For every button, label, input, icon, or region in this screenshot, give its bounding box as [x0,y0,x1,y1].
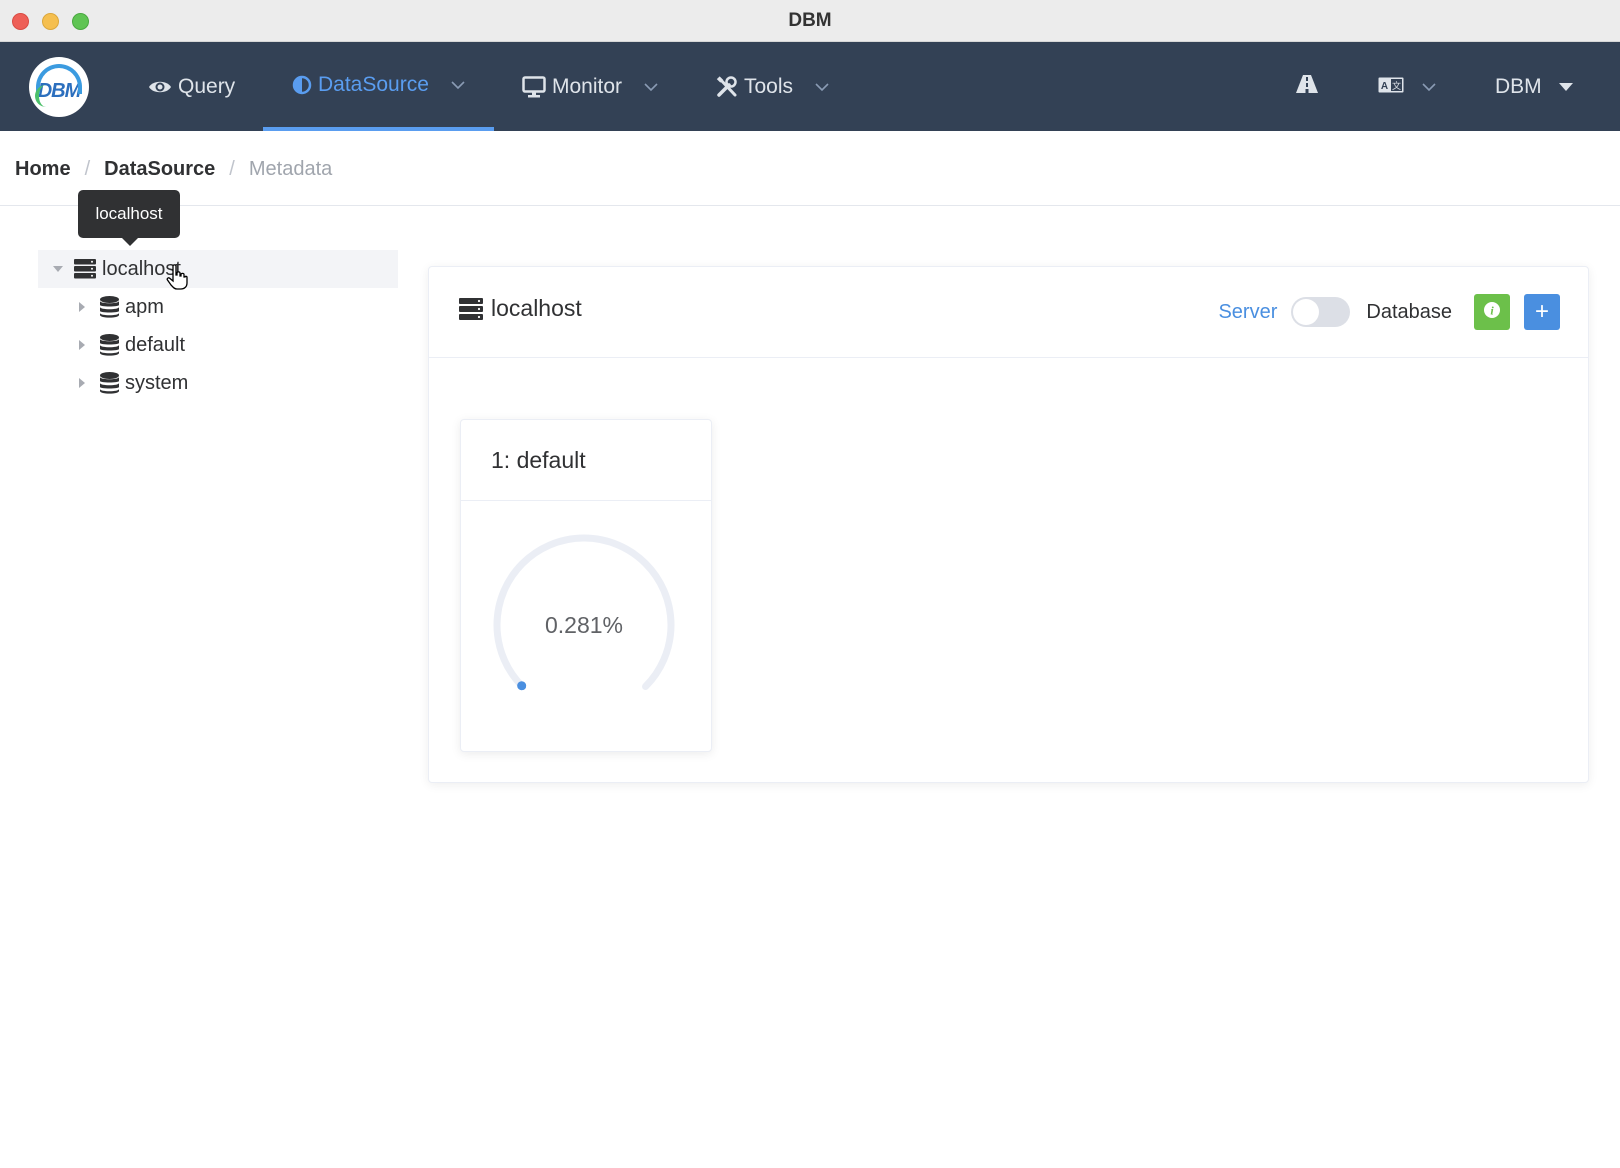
gauge-value-dot [517,681,527,691]
breadcrumb-divider [0,205,1620,206]
window-title: DBM [788,10,832,31]
info-icon: i [1483,301,1501,324]
language-dropdown[interactable]: A文 [1378,42,1436,131]
breadcrumb: Home / DataSource / Metadata [15,158,332,181]
tree-node-label: apm [125,295,164,318]
title-bar: DBM [0,0,1620,42]
logo-leaf [35,85,47,107]
tree-node-system[interactable]: system [38,364,398,402]
info-button[interactable]: i [1474,294,1510,330]
nav-monitor-label: Monitor [552,74,623,98]
chevron-down-icon [644,82,658,92]
database-card[interactable]: 1: default 0.281% [460,419,712,752]
tree-node-label: system [125,371,189,394]
breadcrumb-separator: / [84,158,91,180]
server-icon [459,297,483,320]
server-database-switch[interactable] [1291,297,1351,327]
server-panel: localhost Server Database i + 1: default… [428,266,1589,783]
panel-title-text: localhost [491,295,582,321]
server-panel-header: localhost Server Database i + [429,267,1588,358]
user-dropdown[interactable]: DBM [1495,42,1574,131]
caret-right-icon[interactable] [78,339,90,351]
half-circle-icon [292,75,312,95]
server-label[interactable]: Server [1218,301,1277,324]
breadcrumb-metadata: Metadata [248,158,333,180]
eye-icon [148,78,172,96]
tree-node-default[interactable]: default [38,326,398,364]
caret-right-icon[interactable] [78,377,90,389]
nav-tools-label: Tools [744,74,794,98]
database-card-title: 1: default [461,420,711,501]
plus-icon: + [1534,298,1549,325]
caret-down-icon[interactable] [52,265,64,273]
nav-tools[interactable]: Tools [716,42,829,131]
breadcrumb-separator: / [229,158,235,180]
server-icon [74,259,96,279]
dbm-logo[interactable]: DBM [29,57,89,117]
database-icon [100,296,119,318]
svg-text:A: A [1381,81,1388,92]
road-button[interactable] [1295,42,1319,131]
panel-title: localhost [459,295,582,322]
language-icon: A文 [1378,75,1404,99]
breadcrumb-home[interactable]: Home [15,158,71,181]
tree-node-apm[interactable]: apm [38,288,398,326]
nav-query[interactable]: Query [148,42,235,131]
road-icon [1295,74,1319,100]
caret-down-icon [1558,82,1574,92]
database-icon [100,334,119,356]
datasource-tree: localhost apm default system [38,250,398,402]
user-label: DBM [1495,74,1542,98]
chevron-down-icon [1422,82,1436,92]
nav-monitor[interactable]: Monitor [522,42,658,131]
svg-text:文: 文 [1392,80,1401,92]
view-toggle-group: Server Database i + [1218,294,1560,330]
tooltip: localhost [78,190,180,246]
breadcrumb-datasource[interactable]: DataSource [104,158,215,181]
nav-query-label: Query [178,74,236,98]
top-navbar: DBM Query DataSource Monitor Tools A 文 D… [0,42,1620,131]
nav-datasource[interactable]: DataSource [263,42,494,131]
monitor-icon [522,75,546,98]
nav-datasource-label: DataSource [318,72,429,96]
add-button[interactable]: + [1524,294,1560,330]
chevron-down-icon [451,80,465,90]
usage-percent-text: 0.281% [544,612,623,638]
switch-knob [1293,299,1320,325]
database-icon [100,372,119,394]
chevron-down-icon [815,82,829,92]
caret-right-icon[interactable] [78,301,90,313]
database-label[interactable]: Database [1366,301,1452,324]
tools-icon [716,75,738,98]
usage-gauge: 0.281% [489,530,679,720]
tree-node-label: default [125,333,186,356]
app-window: DBM DBM Query DataSource Monitor Tools A… [0,0,1620,1168]
tree-node-localhost[interactable]: localhost [38,250,398,290]
